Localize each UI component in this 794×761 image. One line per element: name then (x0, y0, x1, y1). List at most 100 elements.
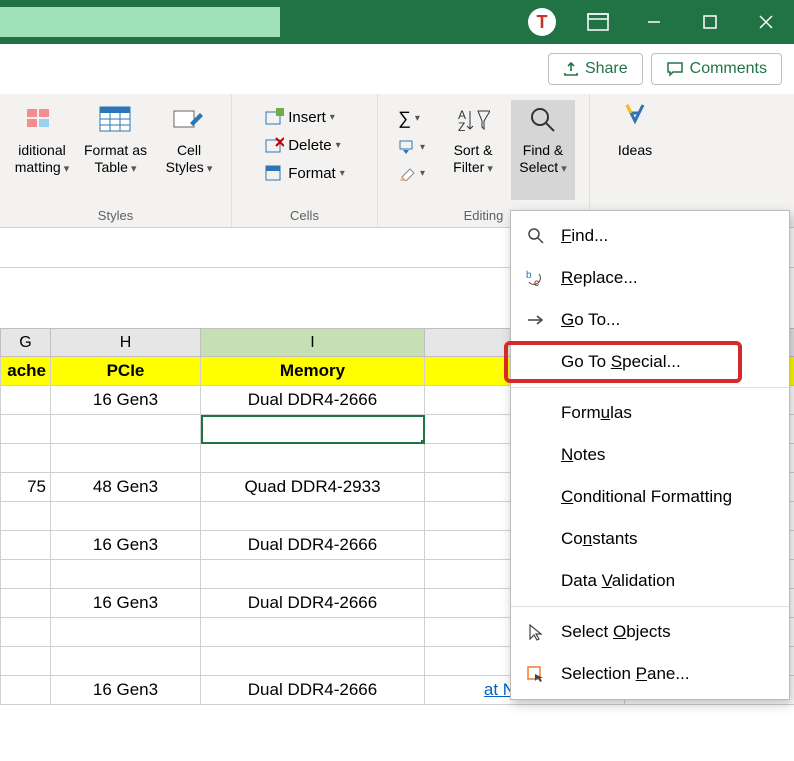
topbar: Share Comments (0, 44, 794, 94)
cell[interactable]: 16 Gen3 (51, 589, 201, 618)
share-button[interactable]: Share (548, 53, 643, 85)
replace-icon: bc (525, 267, 547, 289)
format-button[interactable]: Format ▾ (258, 160, 351, 186)
sf-line1: Sort & (454, 142, 493, 159)
cell-styles-icon (171, 102, 207, 138)
cell[interactable] (201, 647, 425, 676)
svg-text:b: b (526, 270, 532, 281)
cell[interactable]: Quad DDR4-2933 (201, 473, 425, 502)
menu-constants[interactable]: Constants (511, 518, 789, 560)
cell[interactable] (201, 560, 425, 589)
cell-styles-button[interactable]: Cell Styles (157, 100, 221, 200)
conditional-formatting-button[interactable]: iditional matting (10, 100, 74, 200)
cell[interactable] (1, 647, 51, 676)
cell[interactable] (1, 560, 51, 589)
cell[interactable] (1, 618, 51, 647)
autosum-button[interactable]: ∑ ▾ (392, 104, 431, 133)
titlebar-controls: T (514, 0, 794, 44)
cell[interactable] (51, 560, 201, 589)
menu-data-validation[interactable]: Data Validation (511, 560, 789, 602)
col-h[interactable]: H (51, 329, 201, 357)
format-as-table-button[interactable]: Format as Table (80, 100, 151, 200)
cf-line1: iditional (18, 142, 65, 159)
insert-button[interactable]: Insert ▾ (258, 104, 351, 130)
hdr-g[interactable]: ache (1, 357, 51, 386)
avatar-initial: T (528, 8, 556, 36)
comments-button[interactable]: Comments (651, 53, 782, 85)
menu-notes[interactable]: Notes (511, 434, 789, 476)
cell[interactable] (201, 444, 425, 473)
hdr-h[interactable]: PCIe (51, 357, 201, 386)
insert-label: Insert (288, 109, 326, 126)
fs-line2: Select (519, 159, 567, 176)
cell[interactable] (1, 531, 51, 560)
cell[interactable] (1, 589, 51, 618)
menu-find[interactable]: Find... (511, 215, 789, 257)
cell[interactable] (1, 502, 51, 531)
find-select-button[interactable]: Find & Select (511, 100, 575, 200)
cell[interactable] (51, 502, 201, 531)
eraser-icon (398, 165, 416, 181)
menu-so-label: Select Objects (561, 622, 671, 642)
maximize-icon[interactable] (682, 0, 738, 44)
cell[interactable]: Dual DDR4-2666 (201, 589, 425, 618)
svg-text:Z: Z (458, 120, 465, 134)
menu-formulas[interactable]: Formulas (511, 392, 789, 434)
fat-line2: Table (94, 159, 136, 176)
comment-icon (666, 61, 684, 77)
hdr-i[interactable]: Memory (201, 357, 425, 386)
menu-find-label: Find... (561, 226, 608, 246)
fat-line1: Format as (84, 142, 147, 159)
cell[interactable]: Dual DDR4-2666 (201, 386, 425, 415)
cell[interactable] (1, 676, 51, 705)
cell[interactable] (51, 415, 201, 444)
menu-select-objects[interactable]: Select Objects (511, 611, 789, 653)
titlebar: T (0, 0, 794, 44)
cell[interactable] (1, 415, 51, 444)
titlebar-search[interactable] (0, 7, 280, 37)
cell[interactable] (1, 444, 51, 473)
insert-caret: ▾ (330, 112, 335, 123)
fill-caret: ▾ (420, 142, 425, 153)
cell[interactable] (1, 386, 51, 415)
cell[interactable]: 16 Gen3 (51, 531, 201, 560)
close-icon[interactable] (738, 0, 794, 44)
ideas-button[interactable]: Ideas (603, 100, 667, 200)
cell[interactable] (201, 415, 425, 444)
col-i[interactable]: I (201, 329, 425, 357)
cell[interactable]: 16 Gen3 (51, 676, 201, 705)
selection-pane-icon (525, 663, 547, 685)
cell[interactable]: Dual DDR4-2666 (201, 531, 425, 560)
account-avatar[interactable]: T (514, 0, 570, 44)
format-icon (264, 164, 284, 182)
cell[interactable]: 16 Gen3 (51, 386, 201, 415)
cell[interactable] (51, 618, 201, 647)
cell[interactable]: 48 Gen3 (51, 473, 201, 502)
cells-group-label: Cells (290, 208, 319, 225)
menu-selection-pane[interactable]: Selection Pane... (511, 653, 789, 695)
minimize-icon[interactable] (626, 0, 682, 44)
sort-filter-button[interactable]: AZ Sort & Filter (441, 100, 505, 200)
ribbon-display-icon[interactable] (570, 0, 626, 44)
cell[interactable] (51, 647, 201, 676)
cell[interactable] (51, 444, 201, 473)
cell[interactable]: 75 (1, 473, 51, 502)
autosum-caret: ▾ (415, 113, 420, 124)
clear-button[interactable]: ▾ (392, 161, 431, 185)
menu-conditional-formatting[interactable]: Conditional Formatting (511, 476, 789, 518)
col-g[interactable]: G (1, 329, 51, 357)
share-label: Share (585, 60, 628, 78)
menu-replace[interactable]: bc Replace... (511, 257, 789, 299)
fill-button[interactable]: ▾ (392, 135, 431, 159)
menu-goto[interactable]: Go To... (511, 299, 789, 341)
cell[interactable] (201, 618, 425, 647)
cell[interactable]: Dual DDR4-2666 (201, 676, 425, 705)
menu-sp-label: Selection Pane... (561, 664, 690, 684)
menu-dv-label: Data Validation (561, 571, 675, 591)
search-icon (525, 225, 547, 247)
menu-goto-label: Go To... (561, 310, 620, 330)
cell[interactable] (201, 502, 425, 531)
menu-goto-special[interactable]: Go To Special... (511, 341, 789, 383)
ribbon: iditional matting Format as Table Cell S… (0, 94, 794, 228)
delete-button[interactable]: Delete ▾ (258, 132, 351, 158)
